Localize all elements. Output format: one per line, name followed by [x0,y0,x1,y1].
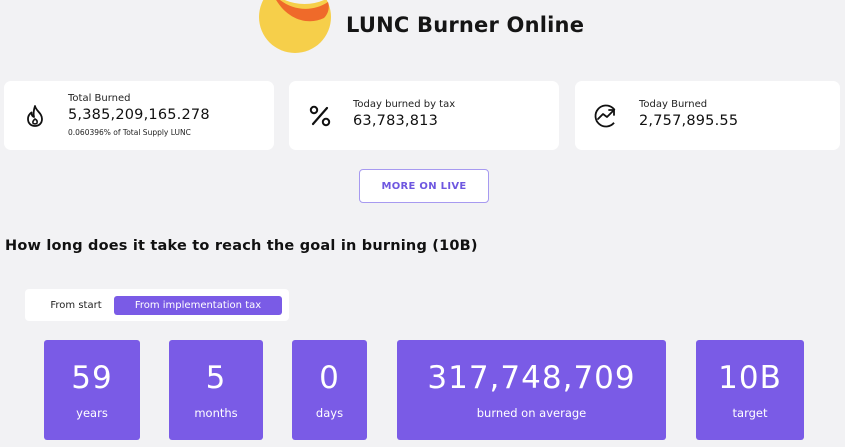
card-label: Today burned by tax [353,99,456,110]
stat-burned-average: 317,748,709 burned on average [397,340,666,440]
stat-label: days [315,406,344,420]
flame-icon [27,105,43,127]
card-value: 63,783,813 [353,113,439,129]
trending-up-icon [594,104,618,128]
stat-value: 5 [205,360,227,396]
card-total-burned: Total Burned 5,385,209,165.278 0.060396%… [4,81,274,150]
stat-label: years [76,406,108,420]
card-label: Today Burned [639,99,708,110]
card-label: Total Burned [68,93,131,104]
tab-from-implementation-tax[interactable]: From implementation tax [114,296,282,315]
stat-value: 10B [718,360,782,396]
percent-icon [309,105,331,127]
card-today-burned: Today Burned 2,757,895.55 [575,81,840,150]
more-on-live-button[interactable]: MORE ON LIVE [359,169,489,203]
header: LUNC Burner Online [0,0,845,60]
stat-years: 59 years [44,340,140,440]
period-toggle: From start From implementation tax [25,289,289,321]
lunc-logo-icon[interactable] [258,0,332,56]
stat-value: 0 [319,360,340,396]
app-title: LUNC Burner Online [346,13,585,37]
card-subtext: 0.060396% of Total Supply LUNC [68,128,191,137]
tab-from-start[interactable]: From start [33,296,119,315]
stat-value: 59 [71,360,113,396]
stat-label: burned on average [476,406,587,420]
card-today-tax: Today burned by tax 63,783,813 [289,81,559,150]
goal-heading: How long does it take to reach the goal … [5,238,478,254]
card-value: 2,757,895.55 [639,113,739,129]
stat-label: target [732,406,768,420]
stat-months: 5 months [169,340,263,440]
stat-target: 10B target [696,340,804,440]
stat-label: months [194,406,238,420]
stat-value: 317,748,709 [427,360,636,396]
card-value: 5,385,209,165.278 [68,107,210,123]
stat-days: 0 days [292,340,367,440]
